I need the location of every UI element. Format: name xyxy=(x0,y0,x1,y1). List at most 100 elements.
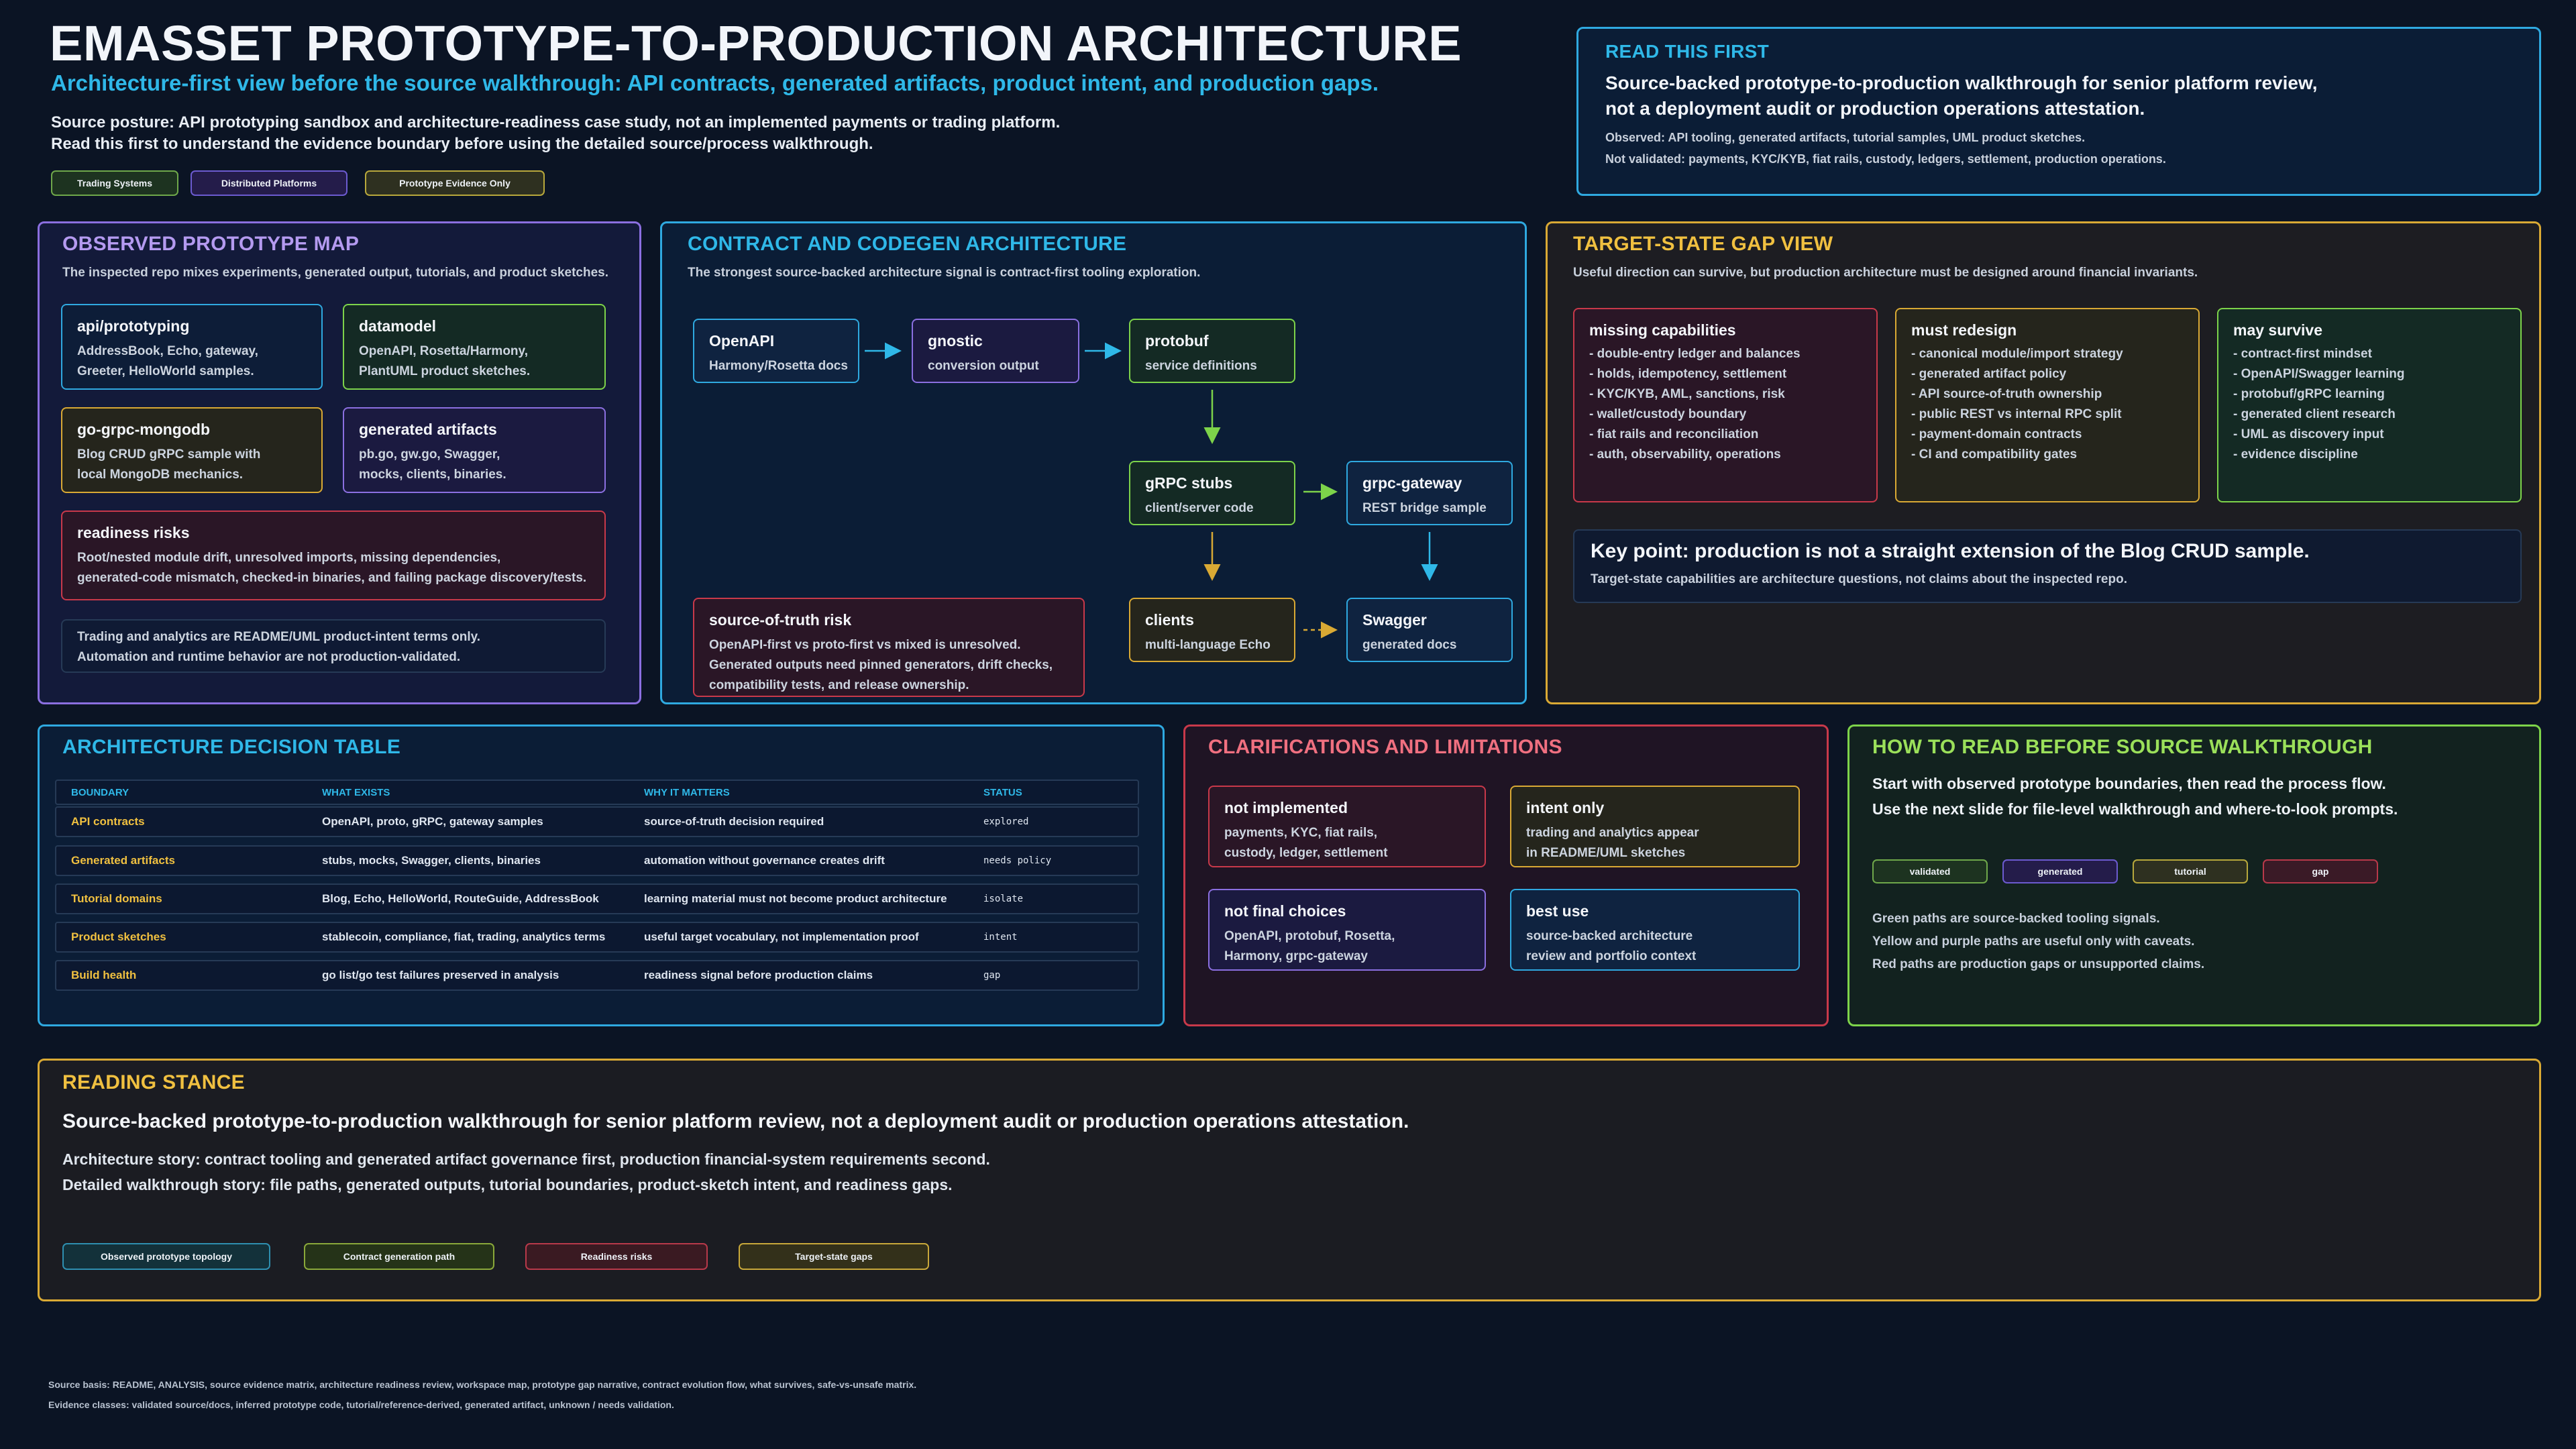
cell-why: useful target vocabulary, not implementa… xyxy=(644,930,919,943)
node-grpc-gateway: grpc-gateway REST bridge sample xyxy=(1346,461,1513,525)
box-body: Root/nested module drift, unresolved imp… xyxy=(77,551,587,585)
page-subtitle: Architecture-first view before the sourc… xyxy=(51,70,1379,95)
source-posture: Source posture: API prototyping sandbox … xyxy=(51,112,1060,155)
header-status: STATUS xyxy=(983,786,1022,798)
cell-status: isolate xyxy=(983,894,1024,904)
gap-may-survive: may survive - contract-first mindset - O… xyxy=(2217,308,2522,502)
clarifications-title: CLARIFICATIONS AND LIMITATIONS xyxy=(1208,736,1562,758)
node-body: Harmony/Rosetta docs xyxy=(709,359,848,373)
clar-title: not implemented xyxy=(1224,799,1348,816)
legend-gap: gap xyxy=(2263,859,2378,883)
read-this-first-panel: READ THIS FIRST Source-backed prototype-… xyxy=(1576,27,2541,196)
clar-title: best use xyxy=(1526,902,1589,920)
node-swagger: Swagger generated docs xyxy=(1346,598,1513,662)
box-title: go-grpc-mongodb xyxy=(77,421,211,438)
tag-distributed-platforms: Distributed Platforms xyxy=(191,170,347,196)
box-body: OpenAPI, Rosetta/Harmony, PlantUML produ… xyxy=(359,344,531,378)
stance-tag-gaps: Target-state gaps xyxy=(739,1243,929,1270)
cell-what: stablecoin, compliance, fiat, trading, a… xyxy=(322,930,606,943)
column-title: missing capabilities xyxy=(1589,321,1736,339)
prototype-map-panel: OBSERVED PROTOTYPE MAP The inspected rep… xyxy=(38,221,641,704)
gap-view-title: TARGET-STATE GAP VIEW xyxy=(1573,233,1833,255)
node-grpc-stubs: gRPC stubs client/server code xyxy=(1129,461,1295,525)
box-title: generated artifacts xyxy=(359,421,497,438)
node-title: gnostic xyxy=(928,332,983,350)
stance-headline: Source-backed prototype-to-production wa… xyxy=(62,1110,1409,1132)
gap-must-redesign: must redesign - canonical module/import … xyxy=(1895,308,2200,502)
legend-tutorial: tutorial xyxy=(2133,859,2248,883)
cell-why: source-of-truth decision required xyxy=(644,815,824,828)
read-this-first-title: READ THIS FIRST xyxy=(1605,41,1770,62)
risk-title: source-of-truth risk xyxy=(709,611,852,629)
node-gnostic: gnostic conversion output xyxy=(912,319,1079,383)
not-validated-line: Not validated: payments, KYC/KYB, fiat r… xyxy=(1605,152,2166,166)
table-row: API contracts OpenAPI, proto, gRPC, gate… xyxy=(55,806,1139,837)
contract-panel: CONTRACT AND CODEGEN ARCHITECTURE The st… xyxy=(660,221,1527,704)
read-this-first-headline: Source-backed prototype-to-production wa… xyxy=(1605,72,2318,119)
gap-view-panel: TARGET-STATE GAP VIEW Useful direction c… xyxy=(1546,221,2541,704)
how-line-1: Start with observed prototype boundaries… xyxy=(1872,775,2386,792)
stance-tag-topology: Observed prototype topology xyxy=(62,1243,270,1270)
node-title: OpenAPI xyxy=(709,332,775,350)
footer-evidence-classes: Evidence classes: validated source/docs,… xyxy=(48,1399,674,1410)
stance-line-1: Architecture story: contract tooling and… xyxy=(62,1150,990,1168)
clar-body: OpenAPI, protobuf, Rosetta, Harmony, grp… xyxy=(1224,929,1395,963)
stance-tag-readiness: Readiness risks xyxy=(525,1243,708,1270)
clar-intent-only: intent only trading and analytics appear… xyxy=(1510,786,1800,867)
table-header: BOUNDARY WHAT EXISTS WHY IT MATTERS STAT… xyxy=(55,780,1139,805)
stance-line-2: Detailed walkthrough story: file paths, … xyxy=(62,1176,953,1193)
node-title: Swagger xyxy=(1362,611,1427,629)
cell-what: Blog, Echo, HelloWorld, RouteGuide, Addr… xyxy=(322,892,599,905)
node-protobuf: protobuf service definitions xyxy=(1129,319,1295,383)
cell-why: automation without governance creates dr… xyxy=(644,854,885,867)
stance-tag-contract: Contract generation path xyxy=(304,1243,494,1270)
how-to-read-panel: HOW TO READ BEFORE SOURCE WALKTHROUGH St… xyxy=(1847,724,2541,1026)
node-body: generated docs xyxy=(1362,638,1457,652)
prototype-map-title: OBSERVED PROTOTYPE MAP xyxy=(62,233,360,255)
clar-body: source-backed architecture review and po… xyxy=(1526,929,1697,963)
node-body: service definitions xyxy=(1145,359,1257,373)
node-body: multi-language Echo xyxy=(1145,638,1271,652)
cell-why: readiness signal before production claim… xyxy=(644,969,873,981)
node-body: client/server code xyxy=(1145,501,1254,515)
node-clients: clients multi-language Echo xyxy=(1129,598,1295,662)
header-why: WHY IT MATTERS xyxy=(644,786,730,798)
observed-line: Observed: API tooling, generated artifac… xyxy=(1605,131,2086,144)
how-to-read-title: HOW TO READ BEFORE SOURCE WALKTHROUGH xyxy=(1872,736,2373,758)
box-body: Blog CRUD gRPC sample with local MongoDB… xyxy=(77,447,261,482)
node-title: clients xyxy=(1145,611,1194,629)
clar-body: payments, KYC, fiat rails, custody, ledg… xyxy=(1224,826,1388,860)
node-body: REST bridge sample xyxy=(1362,501,1487,515)
node-title: gRPC stubs xyxy=(1145,474,1233,492)
table-row: Build health go list/go test failures pr… xyxy=(55,960,1139,991)
prototype-map-sub: The inspected repo mixes experiments, ge… xyxy=(62,266,609,280)
column-items: - contract-first mindset - OpenAPI/Swagg… xyxy=(2233,347,2405,462)
cell-boundary: Generated artifacts xyxy=(71,854,175,867)
cell-boundary: Product sketches xyxy=(71,930,166,943)
clar-not-final-choices: not final choices OpenAPI, protobuf, Ros… xyxy=(1208,889,1486,971)
clar-title: intent only xyxy=(1526,799,1605,816)
page-title: EMASSET PROTOTYPE-TO-PRODUCTION ARCHITEC… xyxy=(50,15,1462,71)
header-what-exists: WHAT EXISTS xyxy=(322,786,390,798)
cell-what: OpenAPI, proto, gRPC, gateway samples xyxy=(322,815,543,828)
key-point-sub: Target-state capabilities are architectu… xyxy=(1591,572,2127,586)
key-point-box: Key point: production is not a straight … xyxy=(1573,529,2522,603)
column-title: must redesign xyxy=(1911,321,2017,339)
cell-status: intent xyxy=(983,932,1018,943)
box-body: AddressBook, Echo, gateway, Greeter, Hel… xyxy=(77,344,258,378)
box-title: readiness risks xyxy=(77,524,190,541)
clar-not-implemented: not implemented payments, KYC, fiat rail… xyxy=(1208,786,1486,867)
box-api-prototyping: api/prototyping AddressBook, Echo, gatew… xyxy=(61,304,323,390)
how-notes: Green paths are source-backed tooling si… xyxy=(1872,912,2205,971)
cell-boundary: Tutorial domains xyxy=(71,892,162,905)
key-point: Key point: production is not a straight … xyxy=(1591,540,2310,562)
box-title: api/prototyping xyxy=(77,317,190,335)
tag-prototype-evidence-only: Prototype Evidence Only xyxy=(365,170,545,196)
node-title: grpc-gateway xyxy=(1362,474,1462,492)
cell-what: go list/go test failures preserved in an… xyxy=(322,969,559,981)
box-generated-artifacts: generated artifacts pb.go, gw.go, Swagge… xyxy=(343,407,606,493)
column-items: - canonical module/import strategy - gen… xyxy=(1911,347,2123,462)
legend-validated: validated xyxy=(1872,859,1988,883)
intent-note-text: Trading and analytics are README/UML pro… xyxy=(77,630,481,664)
table-row: Product sketches stablecoin, compliance,… xyxy=(55,922,1139,953)
